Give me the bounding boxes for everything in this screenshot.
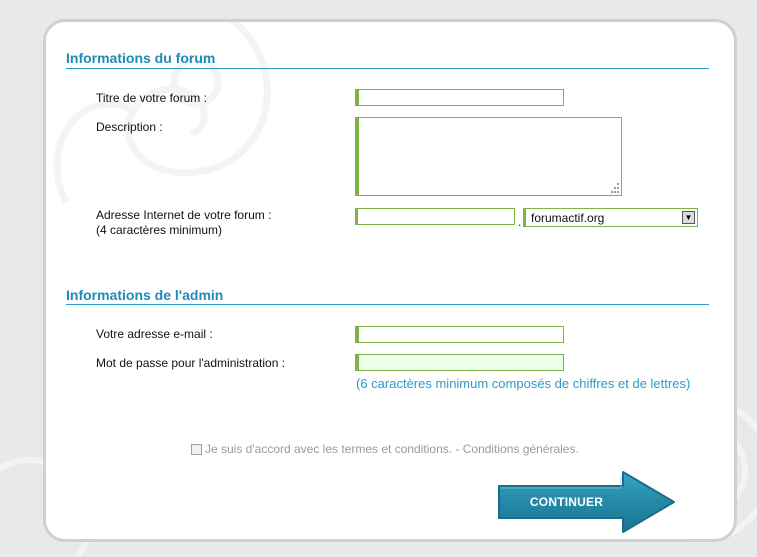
signup-panel: Informations du forum Titre de votre for…	[43, 19, 737, 542]
password-label: Mot de passe pour l'administration :	[96, 356, 286, 370]
email-input[interactable]	[355, 326, 564, 343]
description-label: Description :	[96, 120, 163, 134]
password-hint: (6 caractères minimum composés de chiffr…	[356, 376, 691, 391]
terms-text[interactable]: Je suis d'accord avec les termes et cond…	[205, 442, 579, 456]
domain-select-value: forumactif.org	[531, 211, 605, 225]
section-divider	[66, 68, 709, 69]
forum-address-input[interactable]	[355, 208, 515, 225]
address-separator: .	[518, 215, 522, 229]
continue-button-label: CONTINUER	[529, 495, 604, 509]
forum-title-label: Titre de votre forum :	[96, 91, 207, 105]
forum-title-input[interactable]	[355, 89, 564, 106]
password-input[interactable]	[355, 354, 564, 371]
terms-row: Je suis d'accord avec les termes et cond…	[191, 442, 579, 456]
section-divider	[66, 304, 709, 305]
continue-button[interactable]: CONTINUER	[497, 470, 677, 534]
description-textarea[interactable]	[355, 117, 622, 196]
forum-section-title: Informations du forum	[66, 50, 216, 66]
terms-checkbox[interactable]	[191, 443, 202, 455]
forum-address-label-line2: (4 caractères minimum)	[96, 223, 223, 237]
forum-address-label-line1: Adresse Internet de votre forum :	[96, 208, 272, 222]
domain-select[interactable]: forumactif.org ▼	[523, 208, 698, 227]
forum-address-label: Adresse Internet de votre forum : (4 car…	[96, 208, 271, 238]
chevron-down-icon[interactable]: ▼	[682, 211, 695, 224]
resize-grip-icon[interactable]	[609, 183, 619, 193]
email-label: Votre adresse e-mail :	[96, 327, 213, 341]
admin-section-title: Informations de l'admin	[66, 287, 224, 303]
